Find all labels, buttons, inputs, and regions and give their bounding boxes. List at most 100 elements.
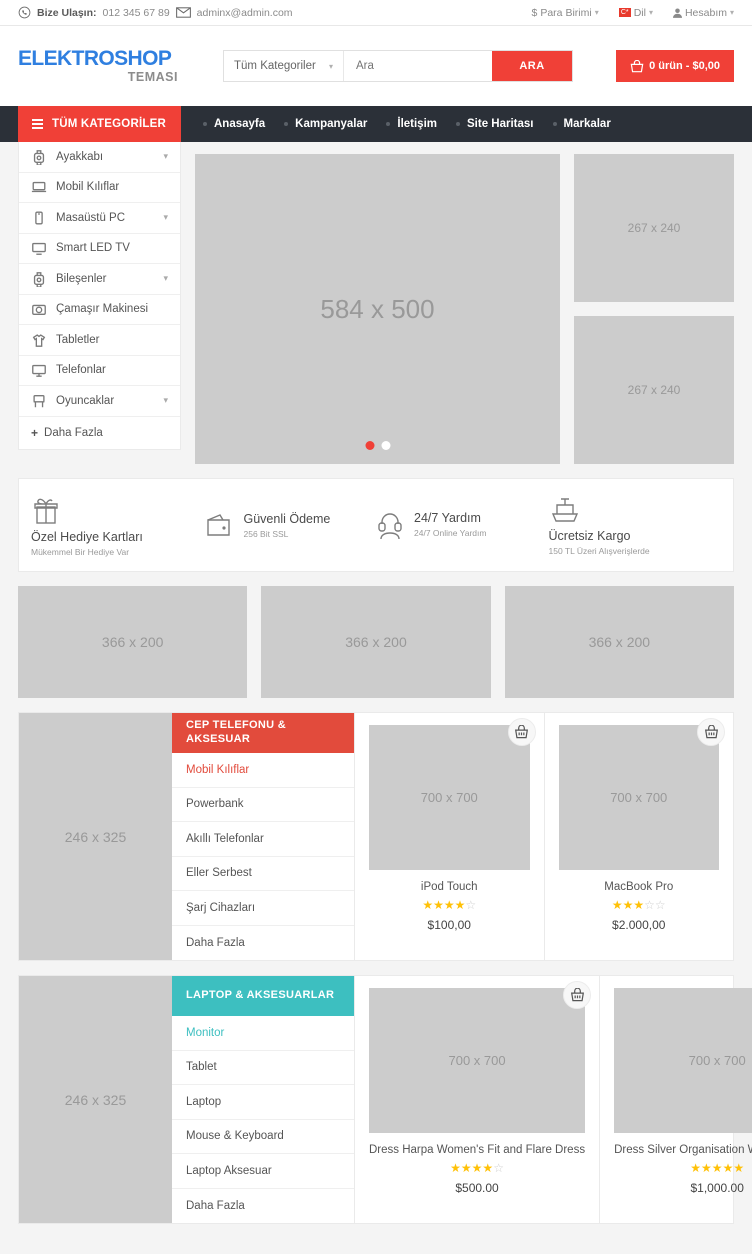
star-icon: ★ <box>460 1161 472 1175</box>
add-to-cart-button[interactable] <box>563 981 592 1009</box>
sidebar-item-3[interactable]: Masaüstü PC ▾ <box>19 203 180 234</box>
search-button[interactable]: ARA <box>492 51 572 81</box>
section-product-grid: 700 x 700 Dress Harpa Women's Fit and Fl… <box>355 976 752 1223</box>
section-nav-item[interactable]: Eller Serbest <box>172 857 354 891</box>
bullet-icon <box>203 122 207 126</box>
product-image[interactable]: 700 x 700 <box>369 988 586 1133</box>
section-nav-item[interactable]: Daha Fazla <box>172 926 354 961</box>
side-banner-1[interactable]: 267 x 240 <box>574 154 734 302</box>
star-icon: ★ <box>733 1161 745 1175</box>
product-rating: ★★★★★ <box>614 1161 752 1175</box>
search-category-label: Tüm Kategoriler <box>234 60 316 72</box>
main-carousel-placeholder-label: 584 x 500 <box>320 293 435 324</box>
nav-link-kampanyalar[interactable]: Kampanyalar <box>284 118 367 130</box>
promo-banner-2[interactable]: 366 x 200 <box>261 586 491 698</box>
section-nav-item[interactable]: Mobil Kılıflar <box>172 753 354 788</box>
section-nav-item[interactable]: Akıllı Telefonlar <box>172 822 354 857</box>
section-title-label: LAPTOP & AKSESUARLAR <box>186 989 335 1002</box>
site-header: ELEKTROSHOP TEMASI Tüm Kategoriler ▾ ARA… <box>0 26 752 106</box>
cart-icon <box>630 59 644 73</box>
nav-link-iletisim[interactable]: İletişim <box>386 118 437 130</box>
sidebar-item-6[interactable]: Çamaşır Makinesi <box>19 295 180 325</box>
section-nav-label: Mobil Kılıflar <box>186 763 250 776</box>
section-nav-item[interactable]: Mouse & Keyboard <box>172 1120 354 1154</box>
product-rating: ★★★☆☆ <box>559 898 720 912</box>
section-nav-item[interactable]: Monitor <box>172 1016 354 1051</box>
sidebar-item-9[interactable]: Oyuncaklar ▾ <box>19 386 180 417</box>
section-side-banner-image[interactable]: 246 x 325 <box>19 976 172 1223</box>
sidebar-item-4[interactable]: Smart LED TV <box>19 234 180 264</box>
section-nav-item[interactable]: Laptop Aksesuar <box>172 1154 354 1189</box>
section-side-banner[interactable]: 246 x 325 <box>19 713 172 960</box>
watch-icon <box>31 271 47 287</box>
language-selector[interactable]: C* Dil ▾ <box>618 7 653 19</box>
product-rating: ★★★★☆ <box>369 898 530 912</box>
add-to-cart-button[interactable] <box>507 718 536 746</box>
promo-banner-1[interactable]: 366 x 200 <box>18 586 248 698</box>
section-product-grid: 700 x 700 iPod Touch ★★★★☆ $100,00 700 x… <box>355 713 733 960</box>
star-icon: ☆ <box>493 1161 504 1175</box>
carousel-dot-1[interactable] <box>365 441 374 450</box>
product-card[interactable]: 700 x 700 Dress Harpa Women's Fit and Fl… <box>355 976 601 1223</box>
nav-link-site-haritasi[interactable]: Site Haritası <box>456 118 534 130</box>
product-card[interactable]: 700 x 700 Dress Silver Organisation Wome… <box>600 976 752 1223</box>
product-image[interactable]: 700 x 700 <box>558 725 719 870</box>
search-input[interactable] <box>344 51 492 81</box>
service-feature-4: Ücretsiz Kargo 150 TL Üzeri Alışverişlerd… <box>549 494 722 556</box>
currency-selector[interactable]: $ Para Birimi ▾ <box>532 7 599 19</box>
top-bar-contact: Bize Ulaşın: 012 345 67 89 adminx@admin.… <box>18 6 293 19</box>
product-card[interactable]: 700 x 700 MacBook Pro ★★★☆☆ $2.000,00 <box>545 713 734 960</box>
section-side-banner-image[interactable]: 246 x 325 <box>19 713 172 960</box>
product-image[interactable]: 700 x 700 <box>369 725 530 870</box>
service-feature-text: 24/7 Yardım 24/7 Online Yardım <box>414 510 486 540</box>
carousel-dot-2[interactable] <box>381 441 390 450</box>
product-card[interactable]: 700 x 700 iPod Touch ★★★★☆ $100,00 <box>355 713 545 960</box>
sidebar-item-7[interactable]: Tabletler <box>19 325 180 356</box>
service-feature-text: Ücretsiz Kargo 150 TL Üzeri Alışverişlerd… <box>549 528 722 556</box>
add-to-cart-button[interactable] <box>697 718 725 746</box>
top-bar: Bize Ulaşın: 012 345 67 89 adminx@admin.… <box>0 0 752 26</box>
headset-icon <box>376 510 404 540</box>
product-price: $100,00 <box>427 918 471 932</box>
product-image[interactable]: 700 x 700 <box>614 988 752 1133</box>
nav-link-markalar[interactable]: Markalar <box>552 118 611 130</box>
product-image-wrap: 700 x 700 <box>558 718 725 870</box>
shirt-icon <box>31 332 47 348</box>
section-nav-item[interactable]: Powerbank <box>172 788 354 822</box>
nav-link-anasayfa[interactable]: Anasayfa <box>203 118 265 130</box>
search-bar: Tüm Kategoriler ▾ ARA <box>223 50 573 82</box>
site-logo[interactable]: ELEKTROSHOP TEMASI <box>18 48 178 85</box>
sidebar-item-5[interactable]: Bileşenler ▾ <box>19 264 180 295</box>
sidebar-item-8[interactable]: Telefonlar <box>19 356 180 386</box>
sidebar-item-label: Tabletler <box>56 333 100 346</box>
basket-icon <box>514 725 529 739</box>
section-nav-label: Akıllı Telefonlar <box>186 832 264 845</box>
section-nav-item[interactable]: Tablet <box>172 1051 354 1085</box>
star-icon: ★ <box>454 898 466 912</box>
section-nav-item[interactable]: Şarj Cihazları <box>172 891 354 926</box>
section-nav-label: Laptop <box>186 1095 222 1108</box>
section-nav-item[interactable]: Laptop <box>172 1085 354 1120</box>
section-side-banner[interactable]: 246 x 325 <box>19 976 172 1223</box>
monitor-icon <box>31 362 47 378</box>
service-feature-subtitle: 150 TL Üzeri Alışverişlerde <box>548 546 650 557</box>
top-bar-menu: $ Para Birimi ▾ C* Dil ▾ Hesabım ▾ <box>532 7 735 19</box>
cart-button[interactable]: 0 ürün - $0,00 <box>616 50 734 82</box>
section-nav-item[interactable]: Daha Fazla <box>172 1189 354 1224</box>
side-banner-2[interactable]: 267 x 240 <box>574 316 734 464</box>
star-icon: ★ <box>422 898 434 912</box>
promo-banner-3[interactable]: 366 x 200 <box>504 586 734 698</box>
basket-icon <box>704 725 719 739</box>
account-menu[interactable]: Hesabım ▾ <box>672 7 734 19</box>
all-categories-button[interactable]: TÜM KATEGORİLER <box>18 106 181 142</box>
main-carousel[interactable]: 584 x 500 <box>195 154 560 464</box>
sidebar-item-1[interactable]: Ayakkabı ▾ <box>19 142 180 173</box>
search-category-select[interactable]: Tüm Kategoriler ▾ <box>224 51 344 81</box>
product-name: iPod Touch <box>420 881 478 893</box>
all-categories-label: TÜM KATEGORİLER <box>52 118 166 130</box>
phone-icon <box>18 6 31 19</box>
sidebar-item-2[interactable]: Mobil Kılıflar <box>19 173 180 203</box>
sidebar-more-button[interactable]: + Daha Fazla <box>19 417 180 449</box>
cart-text: 0 ürün - $0,00 <box>649 60 720 72</box>
sidebar-item-label: Mobil Kılıflar <box>56 181 120 194</box>
